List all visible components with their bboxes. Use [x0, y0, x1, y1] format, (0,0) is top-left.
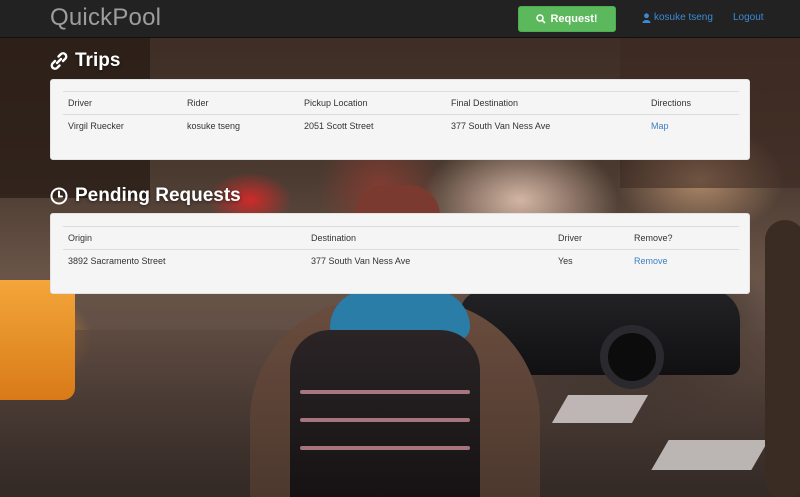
table-row: Virgil Ruecker kosuke tseng 2051 Scott S…	[63, 115, 739, 138]
request-button-label: Request!	[550, 13, 598, 25]
column-header-directions: Directions	[646, 91, 739, 115]
column-header-destination: Destination	[306, 226, 553, 250]
map-link[interactable]: Map	[651, 121, 669, 131]
column-header-remove: Remove?	[629, 226, 739, 250]
trips-heading: Trips	[50, 50, 120, 72]
pending-requests-heading: Pending Requests	[50, 185, 241, 207]
column-header-driver: Driver	[63, 91, 182, 115]
trips-table: Driver Rider Pickup Location Final Desti…	[63, 91, 739, 138]
request-driver: Yes	[558, 256, 573, 267]
pending-requests-table: Origin Destination Driver Remove? 3892 S…	[63, 226, 739, 273]
navbar: QuickPool Request! kosuke tseng Logout	[0, 0, 800, 38]
remove-link[interactable]: Remove	[634, 256, 668, 266]
column-header-pickup: Pickup Location	[299, 91, 446, 115]
clock-icon	[50, 187, 68, 205]
link-icon	[50, 52, 68, 70]
user-profile-link[interactable]: kosuke tseng	[642, 12, 713, 23]
trips-panel: Driver Rider Pickup Location Final Desti…	[50, 79, 750, 160]
trip-rider: kosuke tseng	[187, 121, 241, 132]
trip-pickup: 2051 Scott Street	[304, 121, 374, 132]
table-header-row: Origin Destination Driver Remove?	[63, 226, 739, 250]
user-icon	[642, 12, 651, 23]
trips-title: Trips	[75, 50, 121, 71]
brand-logo[interactable]: QuickPool	[50, 4, 161, 32]
search-icon	[536, 14, 547, 24]
pending-requests-panel: Origin Destination Driver Remove? 3892 S…	[50, 213, 750, 294]
request-destination: 377 South Van Ness Ave	[311, 256, 411, 267]
column-header-rider: Rider	[182, 91, 299, 115]
column-header-origin: Origin	[63, 226, 306, 250]
table-header-row: Driver Rider Pickup Location Final Desti…	[63, 91, 739, 115]
request-origin: 3892 Sacramento Street	[68, 256, 166, 267]
column-header-driver: Driver	[553, 226, 629, 250]
trip-driver: Virgil Ruecker	[68, 121, 124, 132]
table-row: 3892 Sacramento Street 377 South Van Nes…	[63, 250, 739, 273]
logout-link[interactable]: Logout	[733, 12, 764, 23]
pending-requests-title: Pending Requests	[75, 185, 241, 206]
column-header-destination: Final Destination	[446, 91, 646, 115]
user-name: kosuke tseng	[654, 12, 713, 23]
trip-destination: 377 South Van Ness Ave	[451, 121, 551, 132]
request-button[interactable]: Request!	[518, 6, 616, 32]
